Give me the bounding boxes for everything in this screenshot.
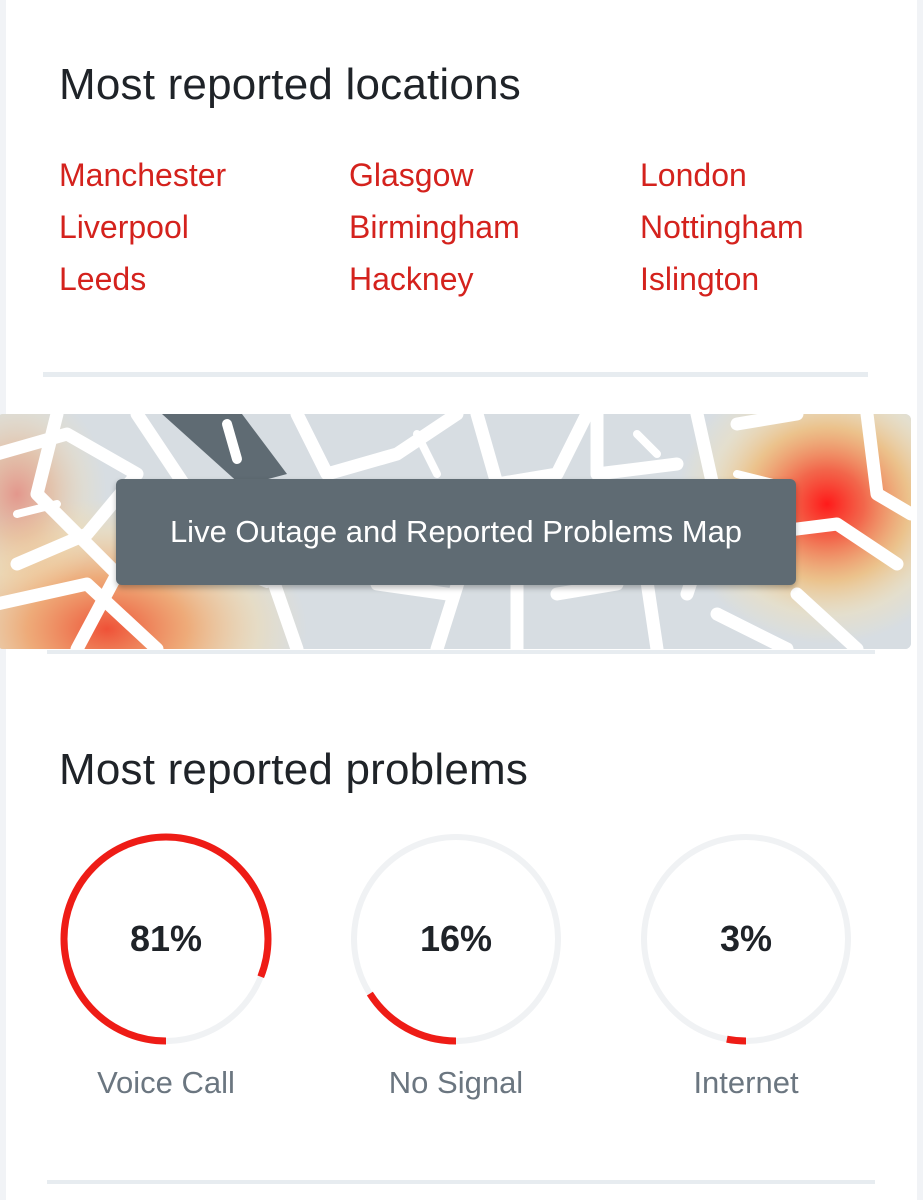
most-reported-problems-heading: Most reported problems <box>59 745 529 794</box>
location-link-leeds[interactable]: Leeds <box>59 261 146 298</box>
section-divider <box>47 650 875 654</box>
location-link-islington[interactable]: Islington <box>640 261 759 298</box>
section-divider <box>47 1180 875 1184</box>
problem-label-voice-call: Voice Call <box>97 1065 235 1100</box>
location-link-london[interactable]: London <box>640 157 747 194</box>
location-link-glasgow[interactable]: Glasgow <box>349 157 474 194</box>
problem-percent-no-signal: 16% <box>419 918 493 959</box>
problem-donut-voice-call: 81% <box>60 833 272 1045</box>
most-reported-locations-heading: Most reported locations <box>59 60 521 109</box>
problem-label-internet: Internet <box>693 1065 799 1100</box>
location-link-liverpool[interactable]: Liverpool <box>59 209 189 246</box>
problem-percent-voice-call: 81% <box>129 918 203 959</box>
problem-donut-internet: 3% <box>640 833 852 1045</box>
location-link-birmingham[interactable]: Birmingham <box>349 209 520 246</box>
section-divider <box>43 372 868 377</box>
problem-label-no-signal: No Signal <box>388 1065 524 1100</box>
live-outage-map-button[interactable]: Live Outage and Reported Problems Map <box>116 479 796 585</box>
problem-donut-no-signal: 16% <box>350 833 562 1045</box>
location-link-manchester[interactable]: Manchester <box>59 157 226 194</box>
location-link-nottingham[interactable]: Nottingham <box>640 209 804 246</box>
location-link-hackney[interactable]: Hackney <box>349 261 474 298</box>
problem-percent-internet: 3% <box>719 918 773 959</box>
